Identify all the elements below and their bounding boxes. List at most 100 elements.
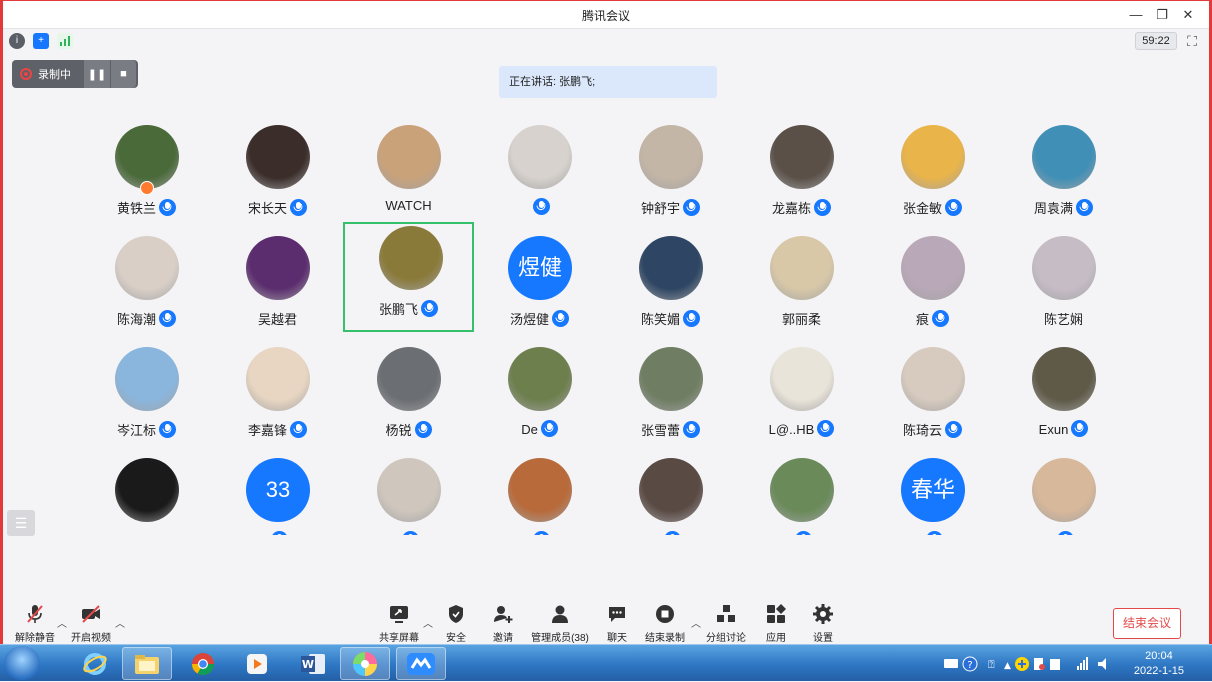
- participant-tile[interactable]: [81, 454, 212, 535]
- avatar: [246, 347, 310, 411]
- participant-tile[interactable]: 黄铁兰: [81, 121, 212, 232]
- participant-tile[interactable]: Exun: [998, 343, 1129, 454]
- avatar: [246, 236, 310, 300]
- participant-name-row: 岑江标: [81, 420, 212, 439]
- participant-name-row: [867, 531, 998, 535]
- mic-icon: [290, 421, 307, 438]
- end-recording-button[interactable]: 结束录制: [633, 603, 697, 644]
- participant-tile[interactable]: 张雪蕾: [605, 343, 736, 454]
- stop-recording-button[interactable]: ■: [110, 60, 136, 88]
- participant-name-row: 陈笑媚: [605, 309, 736, 328]
- participant-tile[interactable]: 宋长天: [212, 121, 343, 232]
- participant-name-row: 吴越君: [212, 309, 343, 328]
- participant-tile[interactable]: 李嘉锋: [212, 343, 343, 454]
- breakout-icon: [715, 603, 737, 625]
- participant-tile[interactable]: 岑江标: [81, 343, 212, 454]
- mic-icon: [683, 199, 700, 216]
- participant-tile[interactable]: [605, 454, 736, 535]
- mic-icon: [925, 531, 943, 535]
- settings-button[interactable]: 设置: [791, 603, 855, 644]
- participant-name: 痕: [915, 312, 929, 327]
- apps-icon: [765, 603, 787, 625]
- muted-mic-icon: [24, 603, 46, 625]
- participant-tile[interactable]: 痕: [867, 232, 998, 343]
- close-button[interactable]: ✕: [1177, 5, 1199, 25]
- participant-name-row: Exun: [998, 420, 1129, 437]
- meeting-timer: 59:22: [1135, 32, 1177, 50]
- mic-icon: [817, 420, 835, 437]
- participant-tile[interactable]: 陈琦云: [867, 343, 998, 454]
- avatar: [246, 125, 310, 189]
- avatar: [1032, 125, 1096, 189]
- participant-tile[interactable]: 陈艺娴: [998, 232, 1129, 343]
- start-video-button[interactable]: 开启视频: [59, 603, 123, 644]
- start-button[interactable]: [4, 646, 40, 680]
- avatar: [770, 347, 834, 411]
- avatar: [1032, 458, 1096, 522]
- participant-tile[interactable]: 周袁满: [998, 121, 1129, 232]
- participant-tile[interactable]: [474, 454, 605, 535]
- participant-tile[interactable]: [474, 121, 605, 232]
- participant-tile[interactable]: [343, 454, 474, 535]
- chat-icon: [606, 603, 628, 625]
- signal-icon[interactable]: [57, 33, 73, 49]
- participant-name: 周袁满: [1033, 201, 1073, 216]
- avatar: [377, 458, 441, 522]
- ie-icon[interactable]: [70, 647, 120, 680]
- participant-tile[interactable]: L@..HB: [736, 343, 867, 454]
- mic-icon: [532, 531, 550, 535]
- participant-tile[interactable]: 龙嘉栋: [736, 121, 867, 232]
- participant-tile[interactable]: 钟舒宇: [605, 121, 736, 232]
- tray-icons[interactable]: ? ⍰ ▲: [944, 655, 1064, 673]
- chrome-icon[interactable]: [178, 647, 228, 680]
- file-explorer-icon[interactable]: [122, 647, 172, 680]
- participant-tile[interactable]: 陈笑媚: [605, 232, 736, 343]
- taskbar-clock[interactable]: 20:04 2022-1-15: [1134, 649, 1184, 679]
- participant-name: 张鹏飞: [378, 302, 418, 317]
- invite-button[interactable]: 邀请: [471, 603, 535, 644]
- network-volume-icons[interactable]: [1076, 655, 1116, 673]
- mic-icon: [532, 198, 550, 215]
- list-view-icon[interactable]: ☰: [7, 510, 35, 536]
- video-options-caret[interactable]: ︿: [115, 615, 125, 630]
- participant-tile[interactable]: 春华: [867, 454, 998, 535]
- manage-members-button[interactable]: 管理成员(38): [528, 603, 592, 644]
- svg-text:W: W: [302, 658, 314, 671]
- svg-text:⍰: ⍰: [988, 658, 995, 671]
- minimize-button[interactable]: —: [1125, 5, 1147, 25]
- participant-tile[interactable]: 杨锐: [343, 343, 474, 454]
- media-player-icon[interactable]: [232, 647, 282, 680]
- participant-tile[interactable]: 33: [212, 454, 343, 535]
- end-meeting-button[interactable]: 结束会议: [1113, 608, 1181, 639]
- mic-icon: [270, 531, 288, 535]
- info-icon[interactable]: i: [9, 33, 25, 49]
- participant-tile[interactable]: 煜健 汤煜健: [474, 232, 605, 343]
- participant-name: De: [521, 422, 538, 437]
- participant-tile[interactable]: 吴越君: [212, 232, 343, 343]
- word-icon[interactable]: W: [288, 647, 338, 680]
- participant-tile[interactable]: WATCH: [343, 121, 474, 232]
- mic-icon: [945, 421, 962, 438]
- participant-tile[interactable]: 张金敏: [867, 121, 998, 232]
- avatar: [770, 125, 834, 189]
- pause-recording-button[interactable]: ❚❚: [84, 60, 110, 88]
- shield-icon[interactable]: +: [33, 33, 49, 49]
- mic-icon: [401, 531, 419, 535]
- participant-tile[interactable]: [998, 454, 1129, 535]
- color-app-icon[interactable]: [340, 647, 390, 680]
- avatar: 煜健: [508, 236, 572, 300]
- participant-tile[interactable]: 郭丽柔: [736, 232, 867, 343]
- participant-tile[interactable]: 张鹏飞: [343, 222, 474, 332]
- tencent-meeting-icon[interactable]: [396, 647, 446, 680]
- mic-icon: [540, 420, 558, 437]
- avatar: 春华: [901, 458, 965, 522]
- participant-tile[interactable]: [736, 454, 867, 535]
- participant-grid: 黄铁兰 宋长天 WATCH 钟舒宇 龙嘉栋 张金敏周袁满陈海潮 吴越君 张鹏飞 煜健 汤煜健 陈笑媚…: [81, 121, 1137, 535]
- restore-button[interactable]: ❐: [1151, 5, 1173, 25]
- participant-tile[interactable]: 陈海潮: [81, 232, 212, 343]
- members-icon: [549, 603, 571, 625]
- share-screen-button[interactable]: 共享屏幕: [367, 603, 431, 644]
- fullscreen-icon[interactable]: ⛶: [1183, 32, 1201, 50]
- avatar: [508, 347, 572, 411]
- participant-tile[interactable]: De: [474, 343, 605, 454]
